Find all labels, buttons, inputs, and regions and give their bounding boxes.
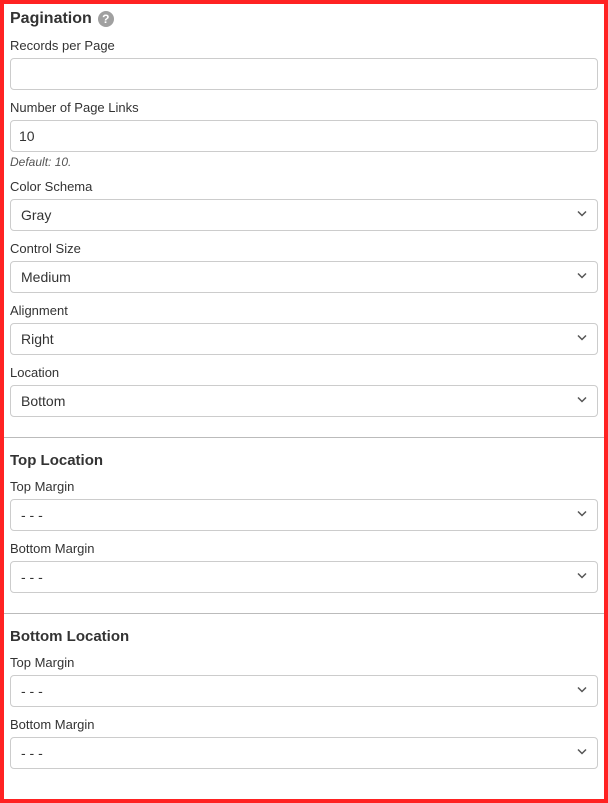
records-per-page-input[interactable] [10,58,598,90]
top-location-top-margin-label: Top Margin [10,479,598,494]
page-links-input[interactable] [10,120,598,152]
bottom-location-top-margin-select[interactable]: - - - [10,675,598,707]
bottom-location-top-margin-label: Top Margin [10,655,598,670]
bottom-location-top-margin-field: Top Margin - - - [10,655,598,707]
top-location-top-margin-select[interactable]: - - - [10,499,598,531]
control-size-label: Control Size [10,241,598,256]
alignment-field: Alignment Right [10,303,598,355]
page-links-label: Number of Page Links [10,100,598,115]
help-icon[interactable]: ? [98,11,114,27]
bottom-location-title: Bottom Location [10,628,598,645]
bottom-location-bottom-margin-label: Bottom Margin [10,717,598,732]
bottom-location-bottom-margin-select[interactable]: - - - [10,737,598,769]
location-field: Location Bottom [10,365,598,417]
page-links-field: Number of Page Links Default: 10. [10,100,598,169]
top-location-bottom-margin-select[interactable]: - - - [10,561,598,593]
page-links-hint: Default: 10. [10,155,598,169]
color-schema-label: Color Schema [10,179,598,194]
records-per-page-field: Records per Page [10,38,598,90]
top-location-bottom-margin-field: Bottom Margin - - - [10,541,598,593]
section-divider [4,613,604,614]
records-per-page-label: Records per Page [10,38,598,53]
control-size-select[interactable]: Medium [10,261,598,293]
control-size-field: Control Size Medium [10,241,598,293]
alignment-select[interactable]: Right [10,323,598,355]
settings-panel: Pagination ? Records per Page Number of … [0,0,608,803]
bottom-location-bottom-margin-field: Bottom Margin - - - [10,717,598,769]
location-select[interactable]: Bottom [10,385,598,417]
top-location-title: Top Location [10,452,598,469]
alignment-label: Alignment [10,303,598,318]
location-label: Location [10,365,598,380]
color-schema-select[interactable]: Gray [10,199,598,231]
section-divider [4,437,604,438]
pagination-title: Pagination [10,10,92,28]
top-location-top-margin-field: Top Margin - - - [10,479,598,531]
pagination-header: Pagination ? [10,10,598,28]
color-schema-field: Color Schema Gray [10,179,598,231]
top-location-bottom-margin-label: Bottom Margin [10,541,598,556]
